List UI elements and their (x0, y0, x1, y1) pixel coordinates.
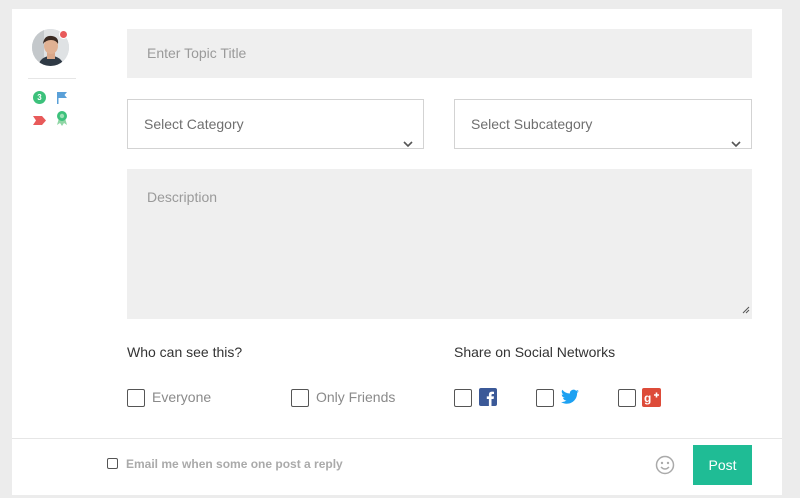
description-textarea[interactable]: Description (127, 169, 752, 319)
tag-icon (33, 112, 46, 130)
flag-icon (56, 91, 68, 109)
category-select-value: Select Category (144, 116, 244, 132)
chevron-down-icon (403, 119, 413, 167)
resize-handle-icon[interactable] (742, 301, 750, 317)
google-plus-icon: g (642, 388, 661, 412)
post-button[interactable]: Post (693, 445, 752, 485)
topic-title-input[interactable]: Enter Topic Title (127, 29, 752, 78)
share-label: Share on Social Networks (454, 344, 616, 360)
online-status-dot (59, 30, 68, 39)
twitter-icon (561, 389, 579, 410)
everyone-checkbox[interactable] (127, 389, 145, 407)
description-placeholder: Description (147, 189, 218, 205)
award-icon (56, 110, 68, 131)
svg-text:g: g (644, 391, 651, 405)
badge-count: 3 (33, 91, 46, 104)
new-topic-card: 3 Enter Topic Title Select Category Sele… (12, 9, 782, 495)
divider (12, 438, 782, 439)
only-friends-label: Only Friends (316, 389, 396, 405)
share-twitter-checkbox[interactable] (536, 389, 554, 407)
email-notify-checkbox[interactable] (107, 458, 118, 469)
divider (28, 78, 76, 79)
everyone-label: Everyone (152, 389, 212, 405)
chevron-down-icon (731, 119, 741, 167)
subcategory-select[interactable]: Select Subcategory (454, 99, 752, 149)
emoji-icon[interactable] (655, 455, 675, 480)
subcategory-select-value: Select Subcategory (471, 116, 593, 132)
category-select[interactable]: Select Category (127, 99, 424, 149)
share-facebook-checkbox[interactable] (454, 389, 472, 407)
visibility-label: Who can see this? (127, 344, 243, 360)
email-notify-label: Email me when some one post a reply (126, 457, 343, 471)
share-google-plus-checkbox[interactable] (618, 389, 636, 407)
only-friends-checkbox[interactable] (291, 389, 309, 407)
facebook-icon (479, 388, 497, 411)
